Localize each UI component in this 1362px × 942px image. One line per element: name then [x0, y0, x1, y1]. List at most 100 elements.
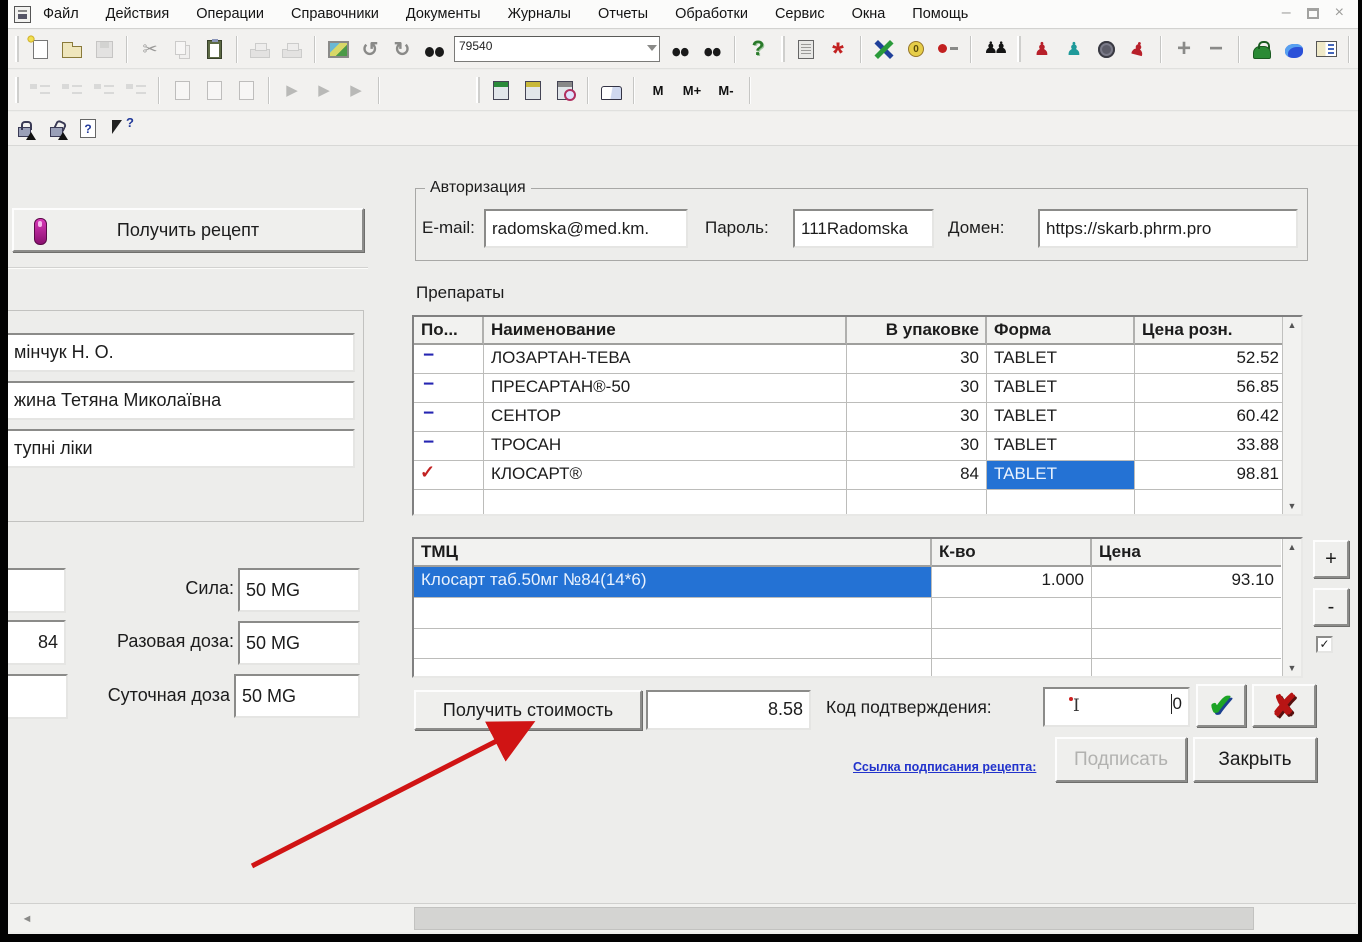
get-recipe-button[interactable]: Получить рецепт: [12, 208, 364, 252]
menu-windows[interactable]: Окна: [852, 6, 886, 22]
strength-field[interactable]: [238, 568, 360, 612]
tmc-remove-button[interactable]: -: [1313, 588, 1349, 626]
globe-icon[interactable]: [1092, 35, 1120, 63]
table-row[interactable]: − ЛОЗАРТАН-ТЕВА 30 TABLET 52.52: [414, 345, 1301, 374]
doc-edit-icon[interactable]: [200, 76, 228, 104]
butterfly-icon[interactable]: [870, 35, 898, 63]
run-icon[interactable]: ▶: [278, 76, 306, 104]
help-doc-icon[interactable]: ?: [74, 115, 102, 143]
calculator-memory-icon[interactable]: [519, 76, 547, 104]
sign-button[interactable]: Подписать: [1055, 737, 1187, 782]
scrollbar-thumb[interactable]: [414, 907, 1254, 930]
run-step-icon[interactable]: ▶: [310, 76, 338, 104]
find-icon[interactable]: [420, 35, 448, 63]
program-field[interactable]: [8, 429, 355, 468]
menu-actions[interactable]: Действия: [106, 6, 170, 22]
redo-icon[interactable]: ↻: [388, 35, 416, 63]
bullet-minus-icon[interactable]: [934, 35, 962, 63]
tmc-header-qty[interactable]: К-во: [932, 539, 1092, 567]
add-icon[interactable]: +: [1170, 35, 1198, 63]
report-icon[interactable]: [792, 35, 820, 63]
calculator-icon[interactable]: [487, 76, 515, 104]
domain-field[interactable]: [1038, 209, 1298, 248]
paste-icon[interactable]: [200, 35, 228, 63]
drugs-header-pack[interactable]: В упаковке: [847, 317, 987, 345]
drugs-header-name[interactable]: Наименование: [484, 317, 847, 345]
search-combobox[interactable]: [454, 36, 660, 62]
tmc-scrollbar[interactable]: ▲ ▼: [1282, 539, 1301, 676]
hierarchy-icon[interactable]: [26, 76, 54, 104]
table-row-empty[interactable]: [414, 629, 1301, 659]
scroll-up-icon[interactable]: ▲: [1288, 542, 1297, 552]
print-icon[interactable]: [246, 35, 274, 63]
tmc-add-button[interactable]: +: [1313, 540, 1349, 578]
red-flower-icon[interactable]: *: [824, 40, 852, 68]
unlock-icon[interactable]: [42, 115, 70, 143]
person-teal-icon[interactable]: ♟: [1060, 35, 1088, 63]
cost-field[interactable]: 8.58: [646, 690, 811, 730]
person-running-icon[interactable]: ♟: [1121, 32, 1155, 66]
remove-icon[interactable]: −: [1202, 35, 1230, 63]
menu-reports[interactable]: Отчеты: [598, 6, 648, 22]
menu-file[interactable]: Файл: [43, 6, 79, 22]
save-icon[interactable]: [90, 35, 118, 63]
menu-operations[interactable]: Операции: [196, 6, 264, 22]
search-input[interactable]: [455, 37, 635, 53]
hierarchy-add-icon[interactable]: [122, 76, 150, 104]
drugs-scrollbar[interactable]: ▲ ▼: [1282, 317, 1301, 514]
toolbar-grip[interactable]: [15, 36, 19, 62]
catalog-icon[interactable]: [1312, 35, 1340, 63]
minimize-button[interactable]: –: [1282, 4, 1291, 22]
lock-next-icon[interactable]: [10, 115, 38, 143]
cut-icon[interactable]: ✂: [136, 35, 164, 63]
bag-blue-icon[interactable]: [1280, 35, 1308, 63]
menu-directories[interactable]: Справочники: [291, 6, 379, 22]
left-cut-field-2[interactable]: [8, 674, 68, 719]
sign-recipe-link[interactable]: Ссылка подписания рецепта:: [853, 760, 1036, 774]
open-folder-icon[interactable]: [58, 35, 86, 63]
toolbar-grip[interactable]: [15, 77, 19, 103]
image-icon[interactable]: [324, 35, 352, 63]
doc-delete-icon[interactable]: [232, 76, 260, 104]
context-help-icon[interactable]: ?: [106, 115, 134, 143]
bag-green-icon[interactable]: [1248, 35, 1276, 63]
confirm-button[interactable]: ✔: [1196, 684, 1246, 727]
memory-button[interactable]: М: [643, 76, 673, 104]
menu-help[interactable]: Помощь: [912, 6, 968, 22]
table-row[interactable]: − ПРЕСАРТАН®-50 30 TABLET 56.85: [414, 374, 1301, 403]
help-icon[interactable]: ?: [744, 35, 772, 63]
combobox-dropdown-icon[interactable]: [647, 45, 657, 51]
undo-icon[interactable]: ↺: [356, 35, 384, 63]
new-document-icon[interactable]: [26, 35, 54, 63]
table-row-empty[interactable]: [414, 598, 1301, 629]
table-row-selected[interactable]: ✓ КЛОСАРТ® 84 TABLET 98.81: [414, 461, 1301, 490]
toolbar-grip[interactable]: [1017, 36, 1021, 62]
copy-icon[interactable]: [168, 35, 196, 63]
menu-processing[interactable]: Обработки: [675, 6, 748, 22]
drugs-header-mark[interactable]: По...: [414, 317, 484, 345]
people-icon[interactable]: ♟♟: [980, 35, 1008, 63]
table-row[interactable]: − ТРОСАН 30 TABLET 33.88: [414, 432, 1301, 461]
drugs-header-form[interactable]: Форма: [987, 317, 1135, 345]
table-row-empty[interactable]: [414, 490, 1301, 516]
find-previous-icon[interactable]: [698, 35, 726, 63]
close-dialog-button[interactable]: Закрыть: [1193, 737, 1317, 782]
find-next-icon[interactable]: [666, 35, 694, 63]
get-cost-button[interactable]: Получить стоимость: [414, 690, 642, 730]
hierarchy-expand-icon[interactable]: [58, 76, 86, 104]
doctor-field[interactable]: [8, 333, 355, 372]
memory-minus-button[interactable]: М-: [711, 76, 741, 104]
horizontal-scrollbar[interactable]: ◄: [10, 903, 1356, 932]
person-red-icon[interactable]: ♟: [1028, 35, 1056, 63]
tmc-header-price[interactable]: Цена: [1092, 539, 1281, 567]
coin-icon[interactable]: 0: [902, 35, 930, 63]
patient-field[interactable]: [8, 381, 355, 420]
tmc-header-name[interactable]: ТМЦ: [414, 539, 932, 567]
drugs-header-price[interactable]: Цена розн.: [1135, 317, 1286, 345]
scroll-up-icon[interactable]: ▲: [1288, 320, 1297, 330]
password-field[interactable]: [793, 209, 934, 248]
print-preview-icon[interactable]: [278, 35, 306, 63]
run-to-icon[interactable]: ▶: [342, 76, 370, 104]
tmc-checkbox[interactable]: ✓: [1316, 636, 1333, 653]
table-row-empty[interactable]: [414, 659, 1301, 678]
